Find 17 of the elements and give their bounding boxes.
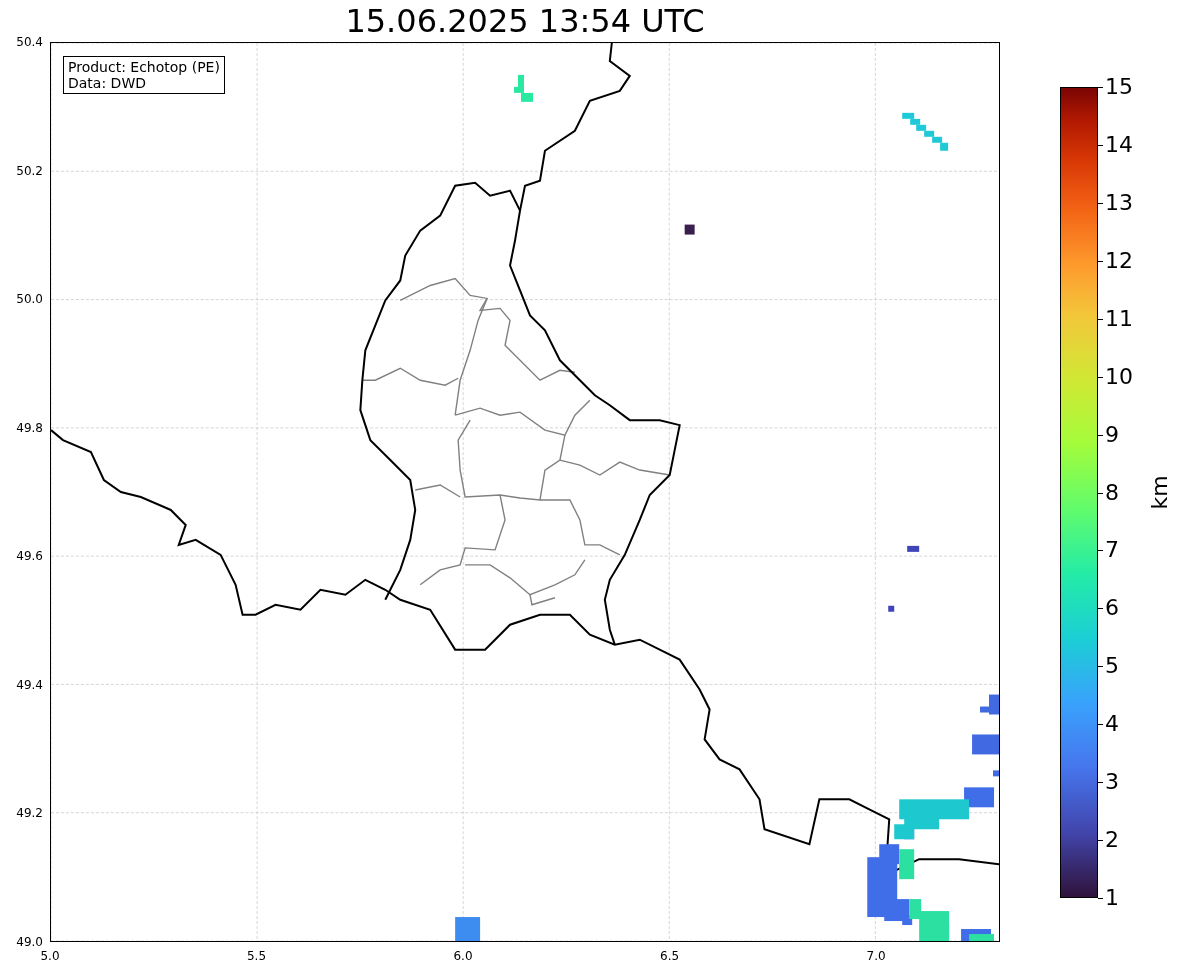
chart-title: 15.06.2025 13:54 UTC — [345, 1, 705, 42]
info-text: Product: Echotop (PE) — [68, 59, 220, 75]
x-tick-label: 7.0 — [866, 949, 886, 963]
colorbar-label: km — [1146, 475, 1172, 510]
y-tick-label: 50.0 — [16, 292, 43, 307]
y-tick-label: 49.4 — [16, 677, 43, 692]
x-tick-label: 5.5 — [246, 949, 267, 963]
info-text: Data: DWD — [68, 75, 147, 91]
y-tick-label: 50.2 — [16, 163, 43, 178]
y-tick-label: 49.2 — [16, 806, 43, 821]
y-tick-label: 49.0 — [16, 935, 43, 949]
x-tick-label: 6.0 — [453, 949, 473, 963]
y-tick-label: 49.8 — [16, 420, 43, 435]
y-tick-label: 49.6 — [16, 549, 43, 564]
x-tick-label: 5.0 — [40, 949, 60, 963]
x-tick-label: 6.5 — [660, 949, 680, 963]
y-tick-label: 50.4 — [16, 35, 43, 49]
